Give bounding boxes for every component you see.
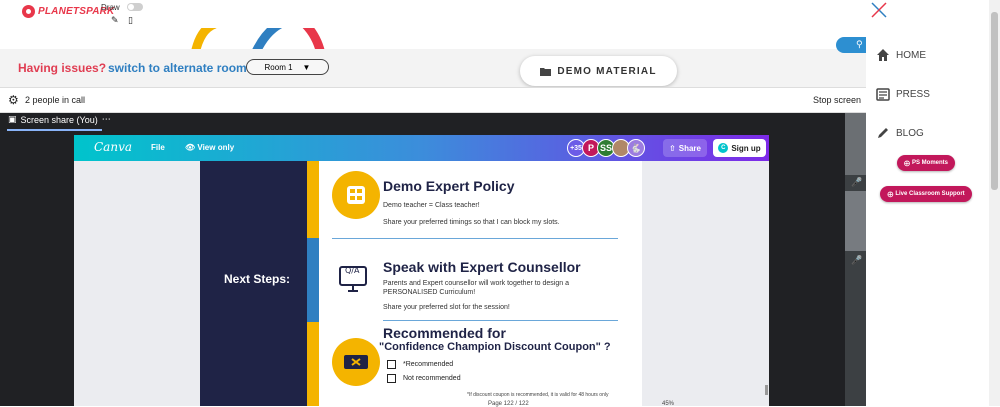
pencil-icon (878, 128, 888, 138)
next-steps-heading: Next Steps: (224, 272, 291, 286)
view-only-label: View only (197, 143, 235, 152)
stripe-yellow (307, 161, 319, 238)
canva-share-button[interactable]: ⇧ Share (663, 139, 707, 157)
gear-icon[interactable]: ⚙ (8, 93, 19, 107)
draw-toggle[interactable] (127, 3, 143, 11)
chat-bubble[interactable]: ⚲ (836, 37, 866, 53)
more-icon[interactable]: ⋯ (102, 114, 111, 125)
divider (383, 320, 618, 321)
mic-icon: 🎤 (851, 255, 863, 265)
section-line: Demo teacher = Class teacher! (383, 202, 480, 209)
share-label: Share (678, 143, 701, 153)
close-icon[interactable] (870, 1, 888, 19)
upload-icon: ⇧ (669, 143, 676, 153)
plus-circle-icon: ⨁ (887, 191, 894, 198)
coupon-icon (332, 338, 380, 386)
canva-c-icon: C (718, 143, 729, 153)
top-bar: PLANETSPARK Draw ✎ ▯ (0, 0, 866, 28)
nav-home-label: HOME (896, 49, 926, 61)
section-line: Share your preferred timings so that I c… (383, 219, 560, 226)
canva-signup-button[interactable]: C Sign up (713, 139, 766, 157)
room-select[interactable]: Room 1 ▼ (246, 59, 329, 75)
newspaper-icon (876, 88, 890, 101)
people-count: 2 people in call (25, 95, 86, 105)
meet-header: ⚙ 2 people in call Stop screen (0, 87, 866, 113)
toggle-knob (128, 4, 134, 10)
view-only-badge[interactable]: 👁 View only (185, 143, 234, 152)
eraser-icon[interactable]: ▯ (128, 15, 133, 26)
demo-material-label: DEMO MATERIAL (557, 65, 657, 77)
screen-share-tab[interactable]: ▣ Screen share (You) ⋯ (8, 114, 111, 125)
ps-moments-button[interactable]: ⨁ PS Moments (897, 155, 955, 171)
participant-thumbnails: 🎤 🎤 (845, 113, 866, 406)
slide-left-panel: Next Steps: (200, 161, 307, 406)
stop-screen-share-button[interactable]: Stop screen (813, 95, 861, 105)
scrollbar-thumb[interactable] (991, 12, 998, 190)
divider (332, 238, 618, 239)
checkbox-label: *Recommended (403, 361, 454, 368)
policy-icon (332, 171, 380, 219)
slide-color-stripe (307, 161, 319, 406)
section-title: Demo Expert Policy (383, 178, 515, 194)
participant-tile[interactable] (845, 191, 866, 251)
canva-logo[interactable]: Canva (94, 140, 132, 154)
slide-scrollbar[interactable] (765, 385, 768, 395)
folder-icon (540, 67, 552, 76)
present-icon: ▣ (8, 114, 17, 124)
live-support-label: Live Classroom Support (895, 191, 965, 197)
collaborator-avatars[interactable]: +35 P SS 🐇 (567, 139, 645, 157)
canva-file-menu[interactable]: File (151, 143, 165, 152)
stripe-yellow (307, 322, 319, 406)
page-indicator: Page 122 / 122 (488, 401, 529, 407)
nav-press-label: PRESS (896, 88, 930, 100)
nav-blog-label: BLOG (896, 127, 924, 139)
demo-material-button[interactable]: DEMO MATERIAL (520, 56, 677, 86)
pencil-icon[interactable]: ✎ (111, 15, 119, 26)
avatar-rabbit-icon: 🐇 (627, 139, 645, 157)
section-title: Recommended for (383, 325, 506, 341)
zoom-indicator: 45% (662, 401, 675, 407)
nav-press[interactable]: PRESS (876, 87, 930, 101)
screen-share-label: Screen share (You) (20, 114, 98, 125)
recommended-checkbox[interactable] (387, 360, 396, 369)
logo-mark-icon (22, 5, 35, 18)
draw-label: Draw (101, 3, 120, 12)
section-line: Share your preferred slot for the sessio… (383, 304, 510, 311)
mic-icon: 🎤 (851, 177, 863, 187)
section-line: Parents and Expert counsellor will work … (383, 280, 569, 287)
room-select-value: Room 1 (264, 62, 293, 72)
section-title: Speak with Expert Counsellor (383, 259, 581, 275)
issues-text: Having issues? (18, 61, 107, 75)
monitor-icon: Q/A (338, 261, 368, 300)
nav-blog[interactable]: BLOG (876, 126, 924, 140)
signup-label: Sign up (731, 143, 761, 153)
canva-toolbar: Canva File 👁 View only +35 P SS 🐇 ⇧ Shar… (74, 135, 769, 161)
eye-icon: 👁 (185, 143, 196, 152)
active-tab-indicator (7, 129, 102, 131)
live-classroom-support-button[interactable]: ⨁ Live Classroom Support (880, 186, 972, 202)
stripe-blue (307, 238, 319, 322)
checkbox-label: Not recommended (403, 375, 461, 382)
side-scrollbar[interactable] (989, 0, 1000, 406)
nav-home[interactable]: HOME (876, 48, 926, 62)
section-line: PERSONALISED Curriculum! (383, 289, 476, 296)
plus-circle-icon: ⨁ (903, 160, 910, 167)
ps-moments-label: PS Moments (911, 160, 948, 166)
slide-footnote: *If discount coupon is recommended, it i… (467, 392, 609, 398)
not-recommended-checkbox[interactable] (387, 374, 396, 383)
search-icon: ⚲ (856, 39, 863, 49)
issues-bar: Having issues? switch to alternate room … (0, 49, 866, 87)
presentation-slide: Next Steps: Demo Expert Policy Demo teac… (200, 161, 642, 406)
home-icon (877, 49, 889, 61)
caret-down-icon: ▼ (302, 62, 311, 72)
svg-text:Q/A: Q/A (345, 266, 360, 275)
section-subtitle: "Confidence Champion Discount Coupon" ? (379, 341, 611, 353)
alternate-room-link[interactable]: switch to alternate room (108, 61, 247, 75)
participant-tile[interactable] (845, 113, 866, 175)
